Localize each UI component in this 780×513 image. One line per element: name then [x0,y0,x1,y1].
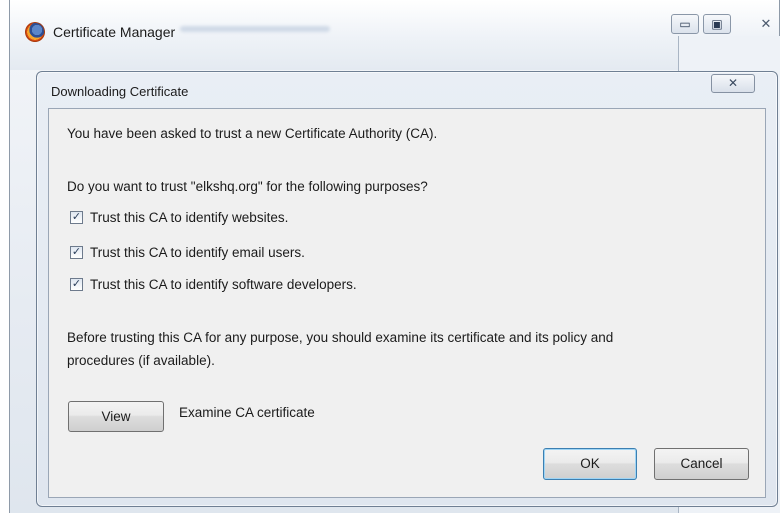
screen: Certificate Manager ▭ ▣ ✕ Downloading Ce… [0,0,780,513]
intro-text: You have been asked to trust a new Certi… [67,126,438,141]
dialog-title: Downloading Certificate [51,84,189,99]
cancel-button-label: Cancel [680,456,723,471]
view-description: Examine CA certificate [179,405,315,420]
downloading-certificate-dialog: Downloading Certificate ✕ You have been … [36,71,778,507]
checkbox-row-software[interactable]: ✓ Trust this CA to identify software dev… [70,275,357,293]
websites-checkbox[interactable]: ✓ [70,210,83,224]
maximize-button[interactable]: ▣ [703,14,731,34]
checkbox-label: Trust this CA to identify email users. [90,244,305,260]
view-button[interactable]: View [68,401,164,432]
firefox-icon [25,22,45,42]
maximize-icon: ▣ [711,17,723,31]
close-icon: ✕ [760,16,772,31]
ok-button-label: OK [580,456,600,471]
checkbox-label: Trust this CA to identify websites. [90,209,289,225]
checkbox-row-email[interactable]: ✓ Trust this CA to identify email users. [70,243,305,261]
checkbox-row-websites[interactable]: ✓ Trust this CA to identify websites. [70,208,288,226]
checkbox-label: Trust this CA to identify software devel… [90,276,357,292]
view-button-label: View [101,409,131,424]
window-close-button[interactable]: ✕ [751,14,780,34]
dialog-close-button[interactable]: ✕ [711,74,755,93]
ok-button[interactable]: OK [543,448,637,480]
email-users-checkbox[interactable]: ✓ [70,245,83,259]
dialog-content: You have been asked to trust a new Certi… [48,108,766,498]
warning-text-line2: procedures (if available). [67,353,215,368]
close-icon: ✕ [727,76,739,90]
window-title: Certificate Manager [53,24,176,40]
question-text: Do you want to trust "elkshq.org" for th… [67,179,428,194]
minimize-icon: ▭ [679,17,691,31]
software-developers-checkbox[interactable]: ✓ [70,277,83,291]
cancel-button[interactable]: Cancel [654,448,749,480]
blurred-text [180,26,330,32]
minimize-button[interactable]: ▭ [671,14,699,34]
warning-text-line1: Before trusting this CA for any purpose,… [67,330,614,345]
